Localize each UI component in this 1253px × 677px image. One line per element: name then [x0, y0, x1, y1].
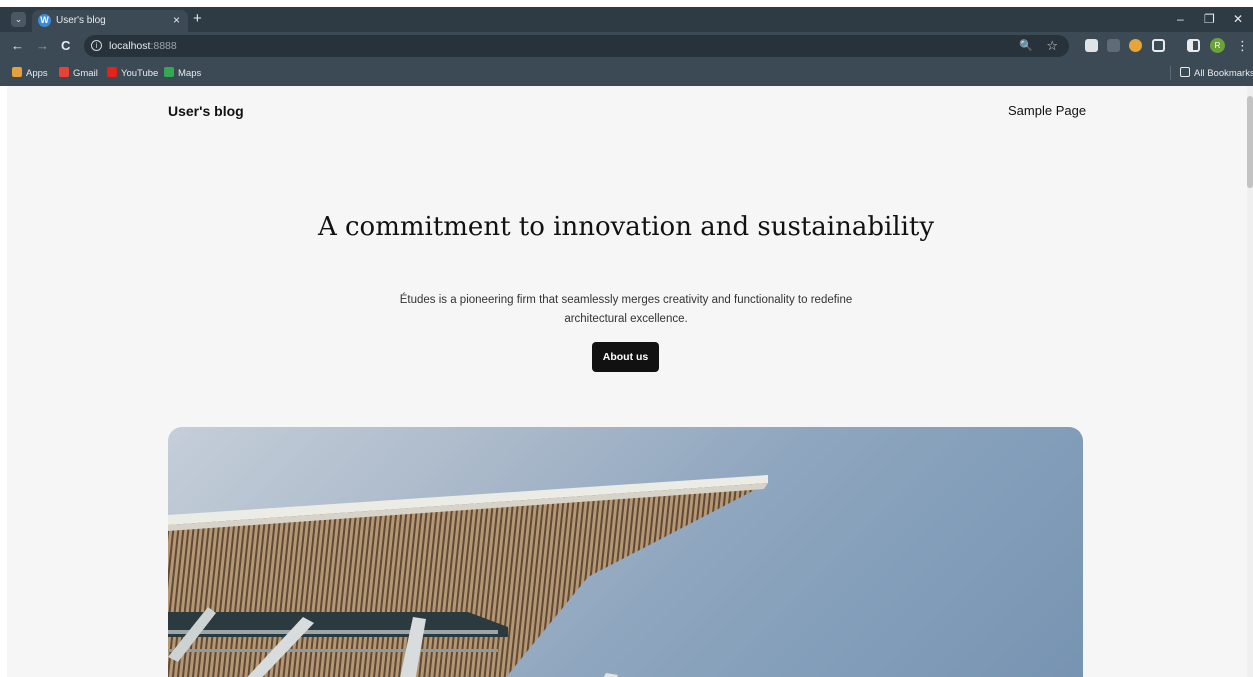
- forward-button[interactable]: →: [36, 38, 49, 54]
- browser-menu-icon[interactable]: ⋮: [1236, 38, 1249, 53]
- bookmark-youtube[interactable]: YouTube: [107, 67, 158, 80]
- bookmark-label: YouTube: [121, 68, 159, 79]
- extension-icon-2[interactable]: [1107, 39, 1120, 52]
- extensions-puzzle-icon[interactable]: [1152, 39, 1165, 52]
- tab-search-icon[interactable]: ⌄: [11, 12, 26, 27]
- close-window-button[interactable]: ✕: [1233, 12, 1243, 26]
- side-panel-icon[interactable]: [1187, 39, 1200, 52]
- minimize-button[interactable]: –: [1177, 12, 1184, 26]
- tab-bar: ⌄ W User's blog × + – ❐ ✕: [0, 7, 1253, 32]
- page-viewport: User's blog Sample Page A commitment to …: [7, 86, 1253, 677]
- url-text: localhost:8888: [109, 40, 177, 52]
- bookmark-label: Apps: [26, 68, 48, 79]
- browser-chrome: ⌄ W User's blog × + – ❐ ✕ ← → C i localh…: [0, 7, 1253, 86]
- bookmark-gmail[interactable]: Gmail: [59, 67, 98, 80]
- address-bar[interactable]: i localhost:8888 🔍 ☆: [84, 35, 1069, 57]
- gmail-icon: [59, 67, 69, 77]
- folder-icon: [1180, 67, 1190, 77]
- building-canopy-illustration: [168, 475, 768, 677]
- youtube-icon: [107, 67, 117, 77]
- browser-toolbar: ← → C i localhost:8888 🔍 ☆ R ⋮: [0, 32, 1253, 60]
- hero-image: [168, 427, 1083, 677]
- bookmarks-divider: [1170, 66, 1171, 80]
- hero-heading: A commitment to innovation and sustainab…: [317, 212, 935, 242]
- back-button[interactable]: ←: [11, 38, 24, 54]
- bookmark-label: Maps: [178, 68, 202, 79]
- tab-users-blog[interactable]: W User's blog ×: [32, 10, 188, 32]
- site-info-icon[interactable]: i: [91, 40, 102, 51]
- profile-avatar[interactable]: R: [1210, 38, 1225, 53]
- zoom-icon[interactable]: 🔍: [1019, 39, 1033, 52]
- bookmark-star-icon[interactable]: ☆: [1046, 38, 1058, 54]
- all-bookmarks[interactable]: All Bookmarks: [1180, 67, 1253, 80]
- bookmarks-bar: Apps Gmail YouTube Maps All Bookmarks: [0, 60, 1253, 86]
- wordpress-icon: W: [38, 14, 51, 27]
- extension-icon-3[interactable]: [1129, 39, 1142, 52]
- top-strip: [0, 0, 1253, 7]
- tab-title: User's blog: [56, 15, 106, 26]
- bookmark-apps[interactable]: Apps: [12, 67, 48, 80]
- apps-grid-icon: [12, 67, 22, 77]
- bookmark-maps[interactable]: Maps: [164, 67, 201, 80]
- maps-icon: [164, 67, 174, 77]
- site-title[interactable]: User's blog: [168, 103, 244, 119]
- restore-button[interactable]: ❐: [1204, 12, 1215, 26]
- nav-sample-page[interactable]: Sample Page: [1008, 103, 1086, 118]
- bookmark-label: Gmail: [73, 68, 98, 79]
- url-port: :8888: [150, 40, 177, 52]
- url-host: localhost: [109, 40, 151, 52]
- reload-button[interactable]: C: [61, 38, 70, 54]
- scrollbar-thumb[interactable]: [1247, 96, 1253, 188]
- tab-close-icon[interactable]: ×: [173, 13, 180, 27]
- all-bookmarks-label: All Bookmarks: [1194, 68, 1253, 79]
- page-scrollbar[interactable]: [1247, 86, 1253, 677]
- hero-description: Études is a pioneering firm that seamles…: [399, 294, 853, 325]
- extension-icon-1[interactable]: [1085, 39, 1098, 52]
- new-tab-button[interactable]: +: [193, 10, 202, 28]
- about-us-button[interactable]: About us: [592, 342, 659, 372]
